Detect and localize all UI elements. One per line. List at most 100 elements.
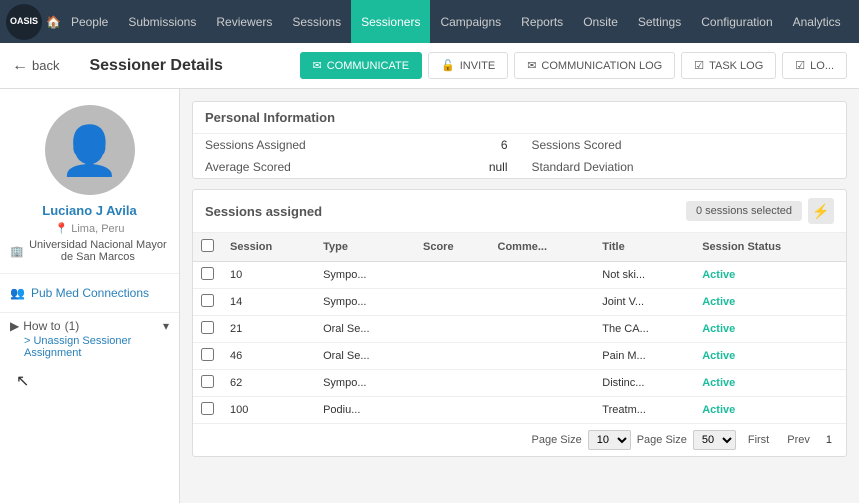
row-checkbox[interactable] [201,267,214,280]
page-number: 1 [822,432,836,448]
table-row: 10 Sympo... Not ski... Active [193,262,846,289]
location-pin-icon: 📍 [55,222,69,235]
nav-item-onsite[interactable]: Onsite [573,0,628,43]
average-scored-row: Average Scored null [193,156,520,178]
std-deviation-row: Standard Deviation [520,156,847,178]
cell-score [415,262,490,289]
col-status: Session Status [694,233,846,262]
cell-comment [490,316,595,343]
nav-item-reviewers[interactable]: Reviewers [206,0,282,43]
content-area: Personal Information Sessions Assigned 6… [180,89,859,503]
sessions-selected-badge: 0 sessions selected [686,201,802,221]
back-button[interactable]: ← back [12,57,69,75]
row-checkbox[interactable] [201,402,214,415]
pub-med-connections-link[interactable]: 👥 Pub Med Connections [10,282,169,304]
page-size-select-1[interactable]: 10 [588,430,631,450]
cell-title: Pain M... [594,343,694,370]
user-institution: 🏢 Universidad Nacional Mayor de San Marc… [10,239,169,263]
sessions-title: Sessions assigned [205,204,322,219]
select-all-header [193,233,222,262]
nav-item-submissions[interactable]: Submissions [118,0,206,43]
back-label: back [32,58,59,73]
nav-item-reports[interactable]: Reports [511,0,573,43]
cell-status: Active [694,397,846,424]
cell-type: Sympo... [315,262,415,289]
nav-item-ope[interactable]: Ope... [851,0,859,43]
sessions-assigned-value: 6 [501,138,508,152]
unassign-link[interactable]: > Unassign Sessioner Assignment [10,333,169,361]
row-checkbox[interactable] [201,375,214,388]
nav-item-sessions[interactable]: Sessions [282,0,351,43]
sub-nav-btn-lo[interactable]: ☑LO... [782,52,847,79]
first-page-button[interactable]: First [742,432,775,448]
connections-label: Pub Med Connections [31,286,149,300]
home-nav-item[interactable]: 🏠 [46,0,61,43]
cell-status: Active [694,343,846,370]
cursor-indicator: ↖ [0,367,179,391]
people-icon: 👥 [10,286,25,300]
cell-score [415,316,490,343]
nav-item-people[interactable]: People [61,0,118,43]
table-row: 14 Sympo... Joint V... Active [193,289,846,316]
sessions-scored-label: Sessions Scored [532,138,622,152]
cell-title: Distinc... [594,370,694,397]
row-checkbox[interactable] [201,321,214,334]
cell-status: Active [694,316,846,343]
sub-nav-btn-tasklog[interactable]: ☑TASK LOG [681,52,776,79]
cell-title: Treatm... [594,397,694,424]
sub-nav-btn-communicationlog[interactable]: ✉COMMUNICATION LOG [514,52,675,79]
play-icon: ▶ [10,319,19,333]
table-row: 100 Podiu... Treatm... Active [193,397,846,424]
how-to-header[interactable]: ▶ How to (1) ▾ [10,319,169,333]
cell-status: Active [694,370,846,397]
col-type: Type [315,233,415,262]
row-checkbox[interactable] [201,294,214,307]
avatar: 👤 [45,105,135,195]
user-name: Luciano J Avila [42,203,136,218]
page-size-label-2: Page Size [637,434,687,446]
back-arrow-icon: ← [12,57,28,75]
nav-item-analytics[interactable]: Analytics [783,0,851,43]
nav-item-campaigns[interactable]: Campaigns [430,0,511,43]
cell-title: Joint V... [594,289,694,316]
select-all-checkbox[interactable] [201,239,214,252]
how-to-label: How to [23,319,60,333]
nav-item-sessioners[interactable]: Sessioners [351,0,430,43]
cell-comment [490,262,595,289]
page-size-select-2[interactable]: 50 [693,430,736,450]
table-header-row: Session Type Score Comme... Title Sessio… [193,233,846,262]
cell-session: 46 [222,343,315,370]
cell-type: Oral Se... [315,316,415,343]
cell-status: Active [694,289,846,316]
chevron-down-icon: ▾ [163,319,169,333]
cell-type: Oral Se... [315,343,415,370]
app-logo: OASIS [6,4,42,40]
sessions-action-button[interactable]: ⚡ [808,198,834,224]
cell-comment [490,397,595,424]
prev-page-button[interactable]: Prev [781,432,816,448]
personal-info-title: Personal Information [193,102,846,134]
row-checkbox[interactable] [201,348,214,361]
cell-session: 10 [222,262,315,289]
cell-score [415,289,490,316]
page-size-label-1: Page Size [532,434,582,446]
institution-icon: 🏢 [10,245,24,258]
col-score: Score [415,233,490,262]
table-row: 21 Oral Se... The CA... Active [193,316,846,343]
cell-title: The CA... [594,316,694,343]
col-comment: Comme... [490,233,595,262]
cell-score [415,397,490,424]
average-scored-label: Average Scored [205,160,291,174]
avatar-section: 👤 Luciano J Avila 📍 Lima, Peru 🏢 Univers… [0,89,179,274]
top-nav: OASIS 🏠 PeopleSubmissionsReviewersSessio… [0,0,859,43]
cell-comment [490,370,595,397]
table-footer: Page Size 10 Page Size 50 First Prev 1 [193,424,846,456]
nav-item-settings[interactable]: Settings [628,0,691,43]
nav-item-configuration[interactable]: Configuration [691,0,782,43]
sessions-header: Sessions assigned 0 sessions selected ⚡ [193,190,846,233]
connections-section: 👥 Pub Med Connections [0,274,179,313]
cell-session: 14 [222,289,315,316]
how-to-count: (1) [65,319,80,333]
sub-nav-btn-invite[interactable]: 🔓INVITE [428,52,508,79]
sub-nav-btn-communicate[interactable]: ✉COMMUNICATE [300,52,423,79]
